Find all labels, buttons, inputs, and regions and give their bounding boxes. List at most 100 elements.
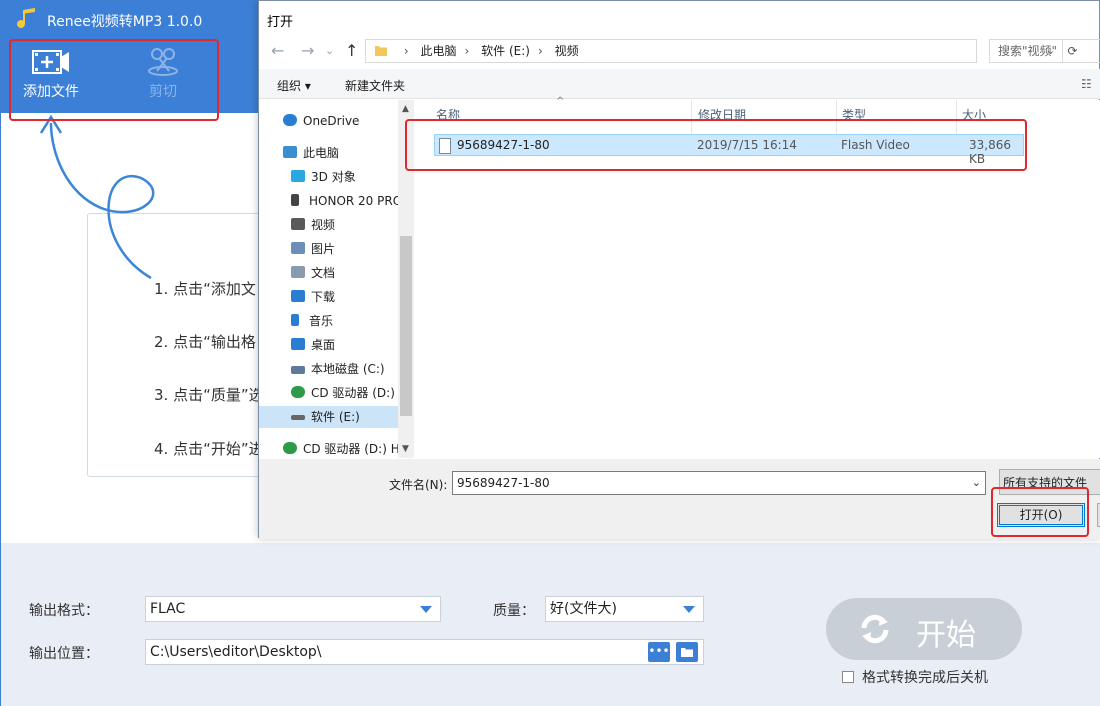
nav-item-label: OneDrive bbox=[303, 114, 360, 128]
file-type-select[interactable]: 所有支持的文件 bbox=[999, 469, 1100, 495]
start-label: 开始 bbox=[916, 618, 976, 653]
up-arrow-icon[interactable]: ↑ bbox=[345, 41, 358, 60]
nav-item-documents[interactable]: 文档 bbox=[291, 262, 335, 284]
nav-item-desktop[interactable]: 桌面 bbox=[291, 334, 335, 356]
output-location-value: C:\Users\editor\Desktop\ bbox=[150, 644, 322, 660]
search-input[interactable]: 搜索"视频" bbox=[989, 39, 1100, 63]
navigation-scrollbar[interactable]: ▲ ▼ bbox=[398, 100, 414, 458]
music-icon bbox=[291, 314, 299, 326]
file-name: 95689427-1-80 bbox=[457, 138, 550, 152]
nav-item-label: CD 驱动器 (D:) bbox=[311, 386, 395, 400]
nav-item-label: 音乐 bbox=[309, 314, 334, 328]
output-format-label: 输出格式： bbox=[29, 603, 99, 619]
nav-item-honor-phone[interactable]: HONOR 20 PRO bbox=[291, 190, 402, 212]
nav-item-label: 视频 bbox=[311, 218, 336, 232]
forward-arrow-icon[interactable]: → bbox=[301, 41, 314, 60]
computer-icon bbox=[283, 146, 297, 158]
file-date: 2019/7/15 16:14 bbox=[697, 138, 797, 152]
folder-icon bbox=[681, 648, 693, 657]
column-name[interactable]: 名称 bbox=[436, 106, 460, 123]
drive-icon bbox=[291, 366, 305, 374]
nav-item-local-disk-c[interactable]: 本地磁盘 (C:) bbox=[291, 358, 385, 380]
command-bar: 组织 ▾ 新建文件夹 ☷ bbox=[259, 69, 1100, 99]
shutdown-label: 格式转换完成后关机 bbox=[862, 670, 988, 686]
scroll-down-icon[interactable]: ▼ bbox=[402, 444, 409, 454]
phone-icon bbox=[291, 194, 299, 206]
add-file-button[interactable]: 添加文件 bbox=[11, 47, 91, 101]
nav-item-videos[interactable]: 视频 bbox=[291, 214, 335, 236]
file-row[interactable]: 95689427-1-80 2019/7/15 16:14 Flash Vide… bbox=[434, 134, 1024, 166]
scroll-up-icon[interactable]: ▲ bbox=[402, 104, 409, 114]
file-size: 33,866 KB bbox=[969, 138, 1011, 166]
quality-value: 好(文件大) bbox=[550, 601, 617, 617]
desktop-icon bbox=[291, 338, 305, 350]
nav-item-pictures[interactable]: 图片 bbox=[291, 238, 335, 260]
music-note-logo-icon bbox=[17, 8, 35, 28]
file-list: 名称 ^ 修改日期 类型 大小 95689427-1-80 2019/7/15 … bbox=[416, 96, 1100, 458]
nav-item-cd-drive-d[interactable]: CD 驱动器 (D:) bbox=[291, 382, 395, 404]
cloud-icon bbox=[283, 114, 297, 126]
back-arrow-icon[interactable]: ← bbox=[271, 41, 284, 60]
more-options-button[interactable]: ••• bbox=[648, 642, 670, 662]
sort-up-icon: ^ bbox=[556, 96, 565, 107]
dialog-footer: 文件名(N): 95689427-1-80 ⌄ 所有支持的文件 打开(O) bbox=[259, 459, 1100, 539]
output-format-select[interactable]: FLAC bbox=[145, 596, 441, 622]
video-folder-icon bbox=[291, 218, 305, 230]
folder-icon bbox=[375, 46, 387, 56]
start-button[interactable]: 开始 bbox=[826, 598, 1022, 660]
open-button[interactable]: 打开(O) bbox=[997, 503, 1085, 527]
view-options-icon[interactable]: ☷ bbox=[1081, 77, 1092, 91]
quality-label: 质量： bbox=[493, 603, 535, 619]
output-location-input[interactable]: C:\Users\editor\Desktop\ ••• bbox=[145, 639, 704, 665]
new-folder-button[interactable]: 新建文件夹 bbox=[345, 77, 405, 94]
recent-chevron-icon[interactable]: ⌄ bbox=[325, 44, 334, 57]
nav-item-this-pc[interactable]: 此电脑 bbox=[283, 142, 339, 164]
output-format-value: FLAC bbox=[150, 601, 186, 617]
nav-item-downloads[interactable]: 下载 bbox=[291, 286, 335, 308]
nav-item-label: 桌面 bbox=[311, 338, 336, 352]
scrollbar-thumb[interactable] bbox=[400, 236, 412, 416]
nav-item-3d-objects[interactable]: 3D 对象 bbox=[291, 166, 356, 188]
organize-button[interactable]: 组织 ▾ bbox=[277, 77, 311, 94]
nav-item-label: 软件 (E:) bbox=[311, 410, 360, 424]
filename-input[interactable]: 95689427-1-80 ⌄ bbox=[452, 471, 986, 495]
address-bar[interactable]: › 此电脑 › 软件 (E:) › 视频 ⌄ ⟳ bbox=[365, 39, 1078, 63]
nav-item-label: 文档 bbox=[311, 266, 336, 280]
nav-item-cd-drive-d-root[interactable]: CD 驱动器 (D:) H bbox=[283, 438, 400, 458]
shutdown-option[interactable]: 格式转换完成后关机 bbox=[842, 667, 988, 687]
navigation-pane: OneDrive 此电脑 3D 对象 HONOR 20 PRO 视频 图片 文档… bbox=[259, 100, 415, 458]
shutdown-checkbox[interactable] bbox=[842, 671, 854, 683]
add-file-label: 添加文件 bbox=[23, 84, 79, 100]
chevron-down-icon[interactable]: ⌄ bbox=[972, 472, 981, 494]
nav-item-onedrive[interactable]: OneDrive bbox=[283, 110, 359, 132]
output-location-label: 输出位置： bbox=[29, 646, 99, 662]
column-date[interactable]: 修改日期 bbox=[698, 106, 746, 123]
dialog-title: 打开 bbox=[267, 15, 294, 30]
step-4-text: 4. 点击“开始”进 bbox=[154, 440, 264, 458]
add-video-icon bbox=[32, 50, 69, 74]
nav-item-drive-e[interactable]: 软件 (E:) bbox=[259, 406, 398, 428]
quality-select[interactable]: 好(文件大) bbox=[545, 596, 704, 622]
file-icon bbox=[439, 138, 451, 154]
breadcrumb-this-pc[interactable]: 此电脑 bbox=[420, 40, 456, 62]
column-size[interactable]: 大小 bbox=[962, 106, 986, 123]
open-file-dialog: 打开 ← → ⌄ ↑ › 此电脑 › 软件 (E:) › 视频 ⌄ ⟳ 搜索"视频"… bbox=[258, 0, 1100, 539]
browse-folder-button[interactable] bbox=[676, 642, 698, 662]
file-type-value: 所有支持的文件 bbox=[1003, 476, 1088, 490]
breadcrumb-videos[interactable]: 视频 bbox=[555, 40, 579, 62]
nav-item-music[interactable]: 音乐 bbox=[291, 310, 333, 332]
annotation-arrow-icon bbox=[39, 114, 155, 280]
filename-label: 文件名(N): bbox=[389, 478, 448, 492]
nav-item-label: 下载 bbox=[311, 290, 336, 304]
cut-button[interactable]: 剪切 bbox=[123, 47, 203, 101]
drive-icon bbox=[291, 415, 305, 420]
cut-label: 剪切 bbox=[149, 84, 177, 100]
scissors-icon bbox=[148, 48, 178, 76]
nav-item-label: CD 驱动器 (D:) H bbox=[303, 442, 400, 456]
search-placeholder: 搜索"视频" bbox=[998, 44, 1058, 58]
output-settings-panel: 输出格式： FLAC 质量： 好(文件大) 输出位置： C:\Users\edi… bbox=[1, 543, 1100, 706]
chevron-down-icon bbox=[420, 606, 432, 613]
documents-folder-icon bbox=[291, 266, 305, 278]
column-type[interactable]: 类型 bbox=[842, 106, 866, 123]
breadcrumb-drive-e[interactable]: 软件 (E:) bbox=[481, 40, 530, 62]
